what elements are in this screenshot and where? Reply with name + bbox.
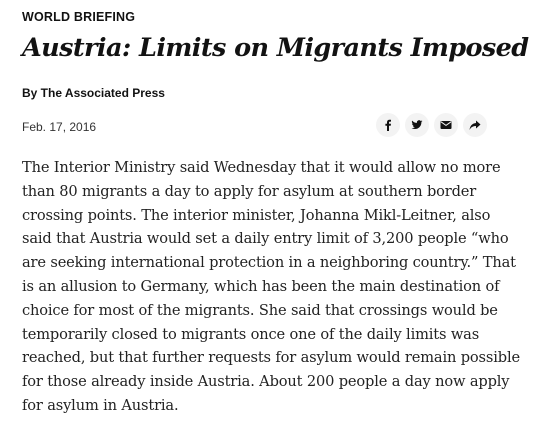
- email-icon: [440, 120, 452, 130]
- twitter-share-button[interactable]: [405, 113, 429, 137]
- publish-date: Feb. 17, 2016: [22, 120, 97, 134]
- section-kicker[interactable]: WORLD BRIEFING: [22, 10, 135, 24]
- headline: Austria: Limits on Migrants Imposed: [22, 33, 529, 63]
- twitter-icon: [411, 119, 423, 131]
- email-share-button[interactable]: [434, 113, 458, 137]
- facebook-share-button[interactable]: [376, 113, 400, 137]
- article-body: The Interior Ministry said Wednesday tha…: [22, 159, 520, 414]
- more-share-button[interactable]: [463, 113, 487, 137]
- byline: By The Associated Press: [22, 86, 165, 100]
- share-arrow-icon: [469, 120, 481, 131]
- facebook-icon: [382, 119, 394, 131]
- share-toolbar: [376, 113, 487, 137]
